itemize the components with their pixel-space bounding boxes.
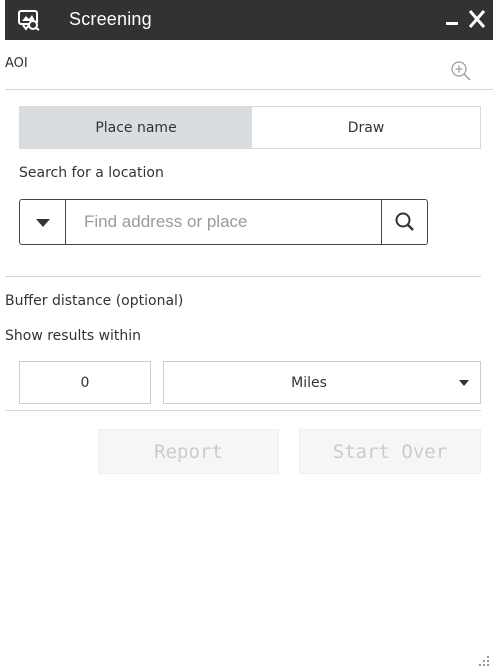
search-box: [19, 199, 428, 245]
aoi-label: AOI: [5, 56, 28, 71]
divider: [5, 410, 481, 411]
window-title: Screening: [69, 9, 152, 29]
tab-place-name[interactable]: Place name: [20, 107, 252, 148]
buffer-distance-label: Buffer distance (optional): [5, 293, 184, 309]
search-icon: [395, 212, 414, 231]
window-titlebar: Screening: [5, 0, 493, 40]
location-mode-tabs: Place name Draw: [19, 106, 481, 149]
search-location-label: Search for a location: [19, 165, 164, 181]
report-button[interactable]: Report: [98, 429, 279, 474]
distance-unit-select[interactable]: Miles: [163, 361, 481, 404]
divider: [5, 89, 493, 90]
close-icon[interactable]: [466, 8, 488, 30]
search-input[interactable]: [67, 200, 381, 244]
search-source-dropdown[interactable]: [20, 200, 66, 244]
caret-down-icon: [459, 380, 469, 386]
zoom-in-icon[interactable]: [450, 60, 472, 82]
buffer-distance-input[interactable]: [19, 361, 151, 404]
resize-grip-icon[interactable]: [478, 655, 490, 667]
start-over-button[interactable]: Start Over: [299, 429, 481, 474]
search-button[interactable]: [381, 200, 427, 244]
map-screen-icon: [18, 10, 40, 31]
distance-unit-value: Miles: [291, 374, 327, 391]
divider: [5, 276, 481, 277]
tab-draw[interactable]: Draw: [252, 107, 480, 148]
minimize-icon[interactable]: [446, 22, 458, 25]
caret-down-icon: [36, 219, 50, 227]
show-results-within-label: Show results within: [5, 328, 142, 344]
